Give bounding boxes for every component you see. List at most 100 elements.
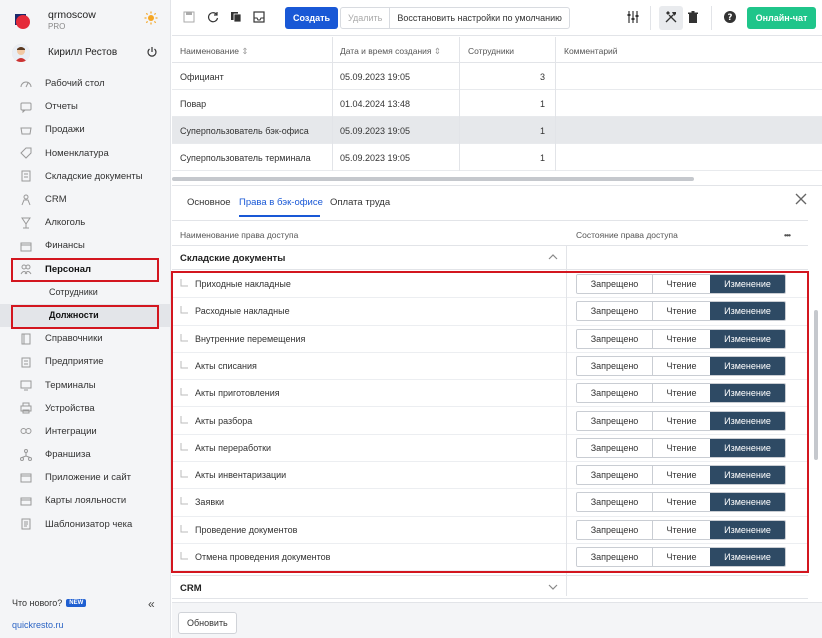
sidebar-item-warehouse-docs[interactable]: Складские документы — [0, 165, 171, 188]
sidebar-item-crm[interactable]: CRM — [0, 188, 171, 211]
whats-new-link[interactable]: Что нового? NEW — [12, 598, 87, 608]
restore-defaults-button[interactable]: Восстановить настройки по умолчанию — [390, 8, 569, 28]
sidebar-item-nomenclature[interactable]: Номенклатура — [0, 142, 171, 165]
state-edit-button[interactable]: Изменение — [710, 356, 785, 375]
sidebar-item-references[interactable]: Справочники — [0, 327, 171, 350]
sidebar-item-devices[interactable]: Устройства — [0, 397, 171, 420]
sort-icon[interactable]: ⇕ — [241, 46, 248, 56]
table-row[interactable]: Повар 01.04.2024 13:48 1 — [172, 90, 822, 117]
sidebar-item-receipt-templates[interactable]: Шаблонизатор чека — [0, 513, 171, 536]
save-icon[interactable] — [183, 11, 195, 23]
permission-group-crm[interactable]: CRM — [172, 575, 808, 599]
sidebar-item-loyalty[interactable]: Карты лояльности — [0, 489, 171, 512]
state-edit-button[interactable]: Изменение — [710, 466, 785, 485]
state-denied-button[interactable]: Запрещено — [577, 520, 653, 539]
state-denied-button[interactable]: Запрещено — [577, 329, 653, 348]
collapse-sidebar-icon[interactable]: « — [148, 597, 155, 611]
permission-group-warehouse[interactable]: Складские документы — [172, 246, 808, 270]
sun-icon[interactable] — [144, 11, 158, 25]
sidebar-item-personnel[interactable]: Персонал — [0, 258, 171, 281]
online-chat-button[interactable]: Онлайн-чат — [747, 7, 816, 29]
tools-icon[interactable] — [665, 11, 677, 23]
state-edit-button[interactable]: Изменение — [710, 384, 785, 403]
state-read-button[interactable]: Чтение — [653, 329, 710, 348]
permission-state-selector: Запрещено Чтение Изменение — [576, 355, 786, 376]
sidebar-item-label: Франшиза — [45, 449, 91, 461]
state-edit-button[interactable]: Изменение — [710, 493, 785, 512]
refresh-button[interactable]: Обновить — [178, 612, 237, 634]
sidebar-item-reports[interactable]: Отчеты — [0, 95, 171, 118]
state-read-button[interactable]: Чтение — [653, 411, 710, 430]
sidebar-item-integrations[interactable]: Интеграции — [0, 420, 171, 443]
state-edit-button[interactable]: Изменение — [710, 329, 785, 348]
state-read-button[interactable]: Чтение — [653, 493, 710, 512]
sidebar-subitem-positions[interactable]: Должности — [0, 303, 171, 328]
sidebar-subitem-employees[interactable]: Сотрудники — [0, 281, 171, 304]
copy-icon[interactable] — [230, 11, 242, 23]
column-header-created[interactable]: Дата и время создания ⇕ — [340, 46, 441, 57]
vertical-scrollbar[interactable] — [813, 272, 819, 592]
state-edit-button[interactable]: Изменение — [710, 520, 785, 539]
sidebar-item-dashboard[interactable]: Рабочий стол — [0, 72, 171, 95]
column-header-comment[interactable]: Комментарий — [564, 46, 618, 56]
state-read-button[interactable]: Чтение — [653, 466, 710, 485]
table-row[interactable]: Суперпользователь бэк-офиса 05.09.2023 1… — [172, 117, 822, 144]
sidebar-item-franchise[interactable]: Франшиза — [0, 443, 171, 466]
state-denied-button[interactable]: Запрещено — [577, 275, 653, 293]
state-denied-button[interactable]: Запрещено — [577, 438, 653, 457]
inbox-icon[interactable] — [253, 11, 265, 23]
site-link[interactable]: quickresto.ru — [12, 620, 64, 630]
power-icon[interactable] — [146, 46, 158, 58]
state-read-button[interactable]: Чтение — [653, 438, 710, 457]
tab-payroll[interactable]: Оплата труда — [330, 197, 390, 208]
sidebar-item-finance[interactable]: Финансы — [0, 234, 171, 257]
state-denied-button[interactable]: Запрещено — [577, 384, 653, 403]
close-icon[interactable] — [794, 192, 808, 206]
state-edit-button[interactable]: Изменение — [710, 275, 785, 293]
column-header-name[interactable]: Наименование ⇕ — [180, 46, 248, 57]
state-edit-button[interactable]: Изменение — [710, 438, 785, 457]
create-button[interactable]: Создать — [285, 7, 339, 29]
brand[interactable]: qrmoscow PRO — [12, 8, 162, 34]
state-read-button[interactable]: Чтение — [653, 520, 710, 539]
tab-backoffice-rights[interactable]: Права в бэк-офисе — [239, 197, 323, 208]
sidebar-item-app-site[interactable]: Приложение и сайт — [0, 466, 171, 489]
table-row[interactable]: Суперпользователь терминала 05.09.2023 1… — [172, 144, 822, 171]
scrollbar-thumb[interactable] — [172, 177, 694, 181]
sidebar-item-alcohol[interactable]: Алкоголь — [0, 211, 171, 234]
state-denied-button[interactable]: Запрещено — [577, 548, 653, 566]
state-denied-button[interactable]: Запрещено — [577, 466, 653, 485]
state-edit-button[interactable]: Изменение — [710, 548, 785, 566]
state-read-button[interactable]: Чтение — [653, 356, 710, 375]
sidebar-item-label: Терминалы — [45, 379, 96, 391]
trash-icon[interactable] — [687, 11, 699, 23]
state-denied-button[interactable]: Запрещено — [577, 356, 653, 375]
state-read-button[interactable]: Чтение — [653, 384, 710, 403]
chevron-up-icon[interactable] — [548, 252, 558, 262]
sidebar-item-terminals[interactable]: Терминалы — [0, 373, 171, 396]
scrollbar-thumb[interactable] — [814, 310, 818, 460]
column-header-employees[interactable]: Сотрудники — [468, 46, 514, 56]
column-header-label: Наименование — [180, 46, 239, 56]
refresh-icon[interactable] — [207, 11, 219, 23]
chevron-down-icon[interactable] — [548, 582, 558, 592]
state-denied-button[interactable]: Запрещено — [577, 493, 653, 512]
help-icon[interactable]: ? — [724, 11, 736, 23]
sort-icon[interactable]: ⇕ — [434, 46, 441, 56]
settings-sliders-icon[interactable] — [627, 11, 639, 23]
table-row[interactable]: Официант 05.09.2023 19:05 3 — [172, 63, 822, 90]
state-read-button[interactable]: Чтение — [653, 548, 710, 566]
state-read-button[interactable]: Чтение — [653, 302, 710, 321]
user-profile[interactable]: Кирилл Рестов — [12, 44, 162, 62]
horizontal-scrollbar[interactable] — [172, 176, 822, 182]
tab-general[interactable]: Основное — [187, 197, 231, 208]
state-read-button[interactable]: Чтение — [653, 275, 710, 293]
state-edit-button[interactable]: Изменение — [710, 411, 785, 430]
sidebar-item-sales[interactable]: Продажи — [0, 118, 171, 141]
more-options-icon[interactable]: ••• — [784, 230, 791, 240]
state-denied-button[interactable]: Запрещено — [577, 411, 653, 430]
delete-button[interactable]: Удалить — [341, 8, 391, 28]
state-edit-button[interactable]: Изменение — [710, 302, 785, 321]
state-denied-button[interactable]: Запрещено — [577, 302, 653, 321]
sidebar-item-enterprise[interactable]: Предприятие — [0, 350, 171, 373]
